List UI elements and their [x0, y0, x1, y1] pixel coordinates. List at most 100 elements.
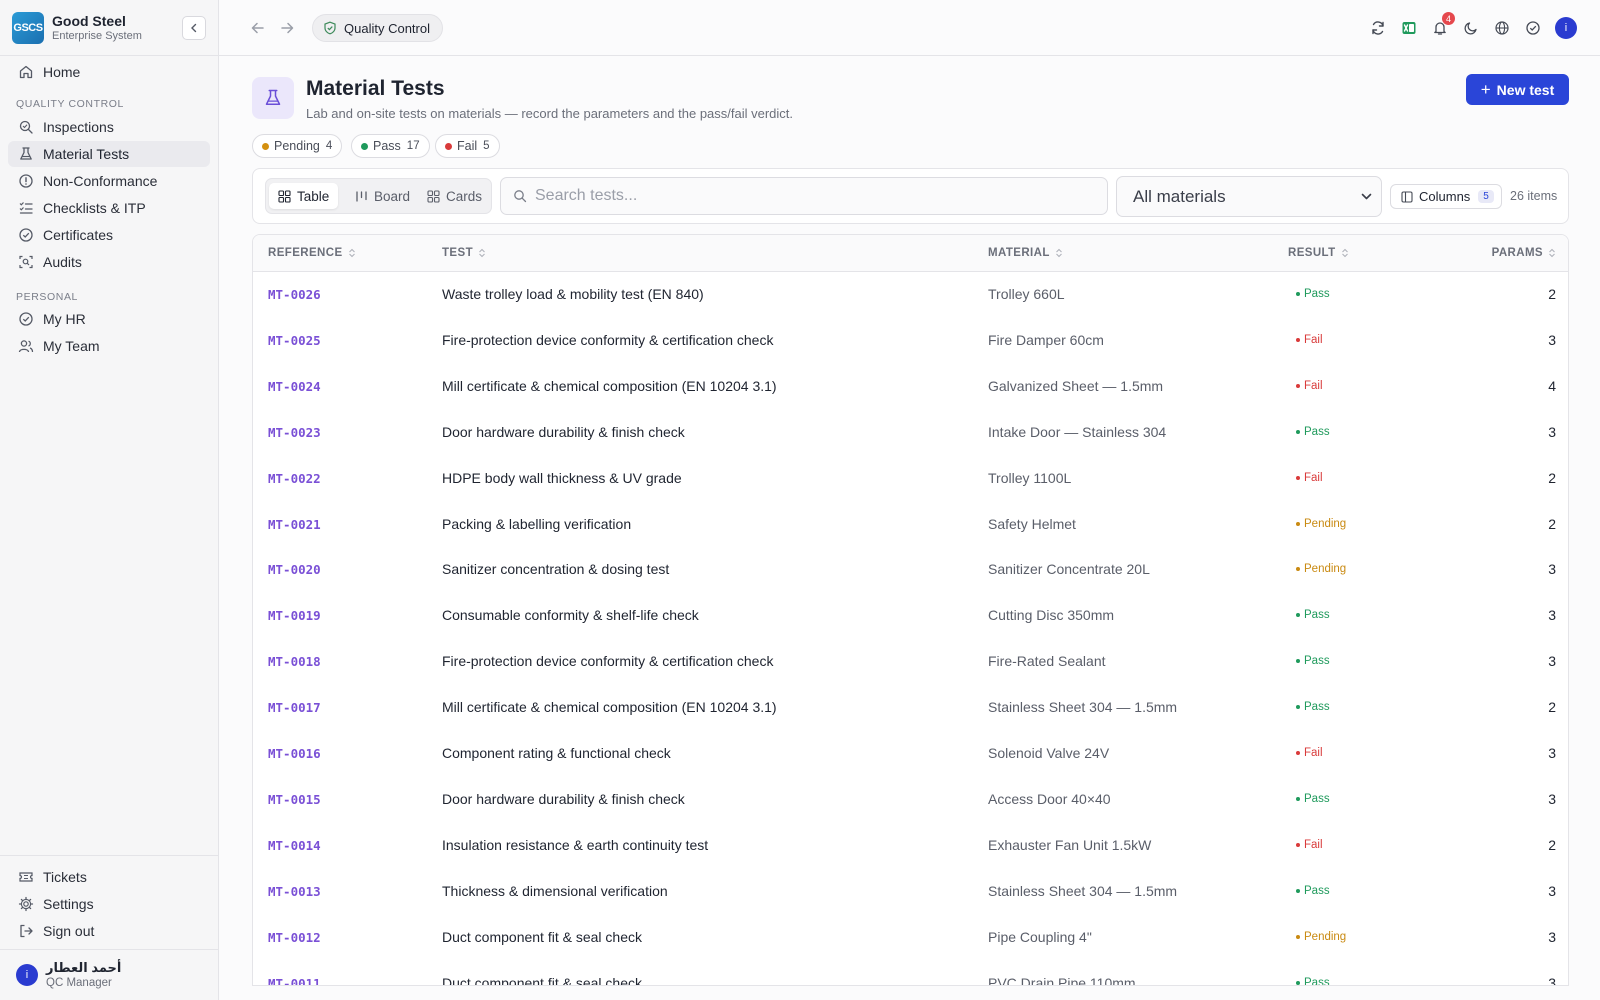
- column-header-material[interactable]: MATERIAL: [988, 247, 1063, 259]
- column-header-label: TEST: [442, 247, 473, 259]
- table-row[interactable]: MT-0023 Door hardware durability & finish…: [253, 410, 1568, 456]
- result-label: Fail: [1304, 333, 1323, 346]
- search-input[interactable]: [535, 187, 1095, 205]
- brand-logo[interactable]: GSCS: [12, 11, 44, 44]
- table-row[interactable]: MT-0021 Packing & labelling verification S…: [253, 502, 1568, 548]
- reference-link[interactable]: MT-0025: [268, 333, 321, 348]
- result-label: Fail: [1304, 838, 1323, 851]
- back-arrow-icon[interactable]: [249, 19, 267, 37]
- column-header-reference[interactable]: REFERENCE: [268, 247, 356, 259]
- excel-export-button[interactable]: [1398, 17, 1420, 39]
- table-row[interactable]: MT-0018 Fire-protection device conformity…: [253, 639, 1568, 685]
- status-dot: [1296, 383, 1300, 388]
- test-name: Fire-protection device conformity & cert…: [442, 331, 774, 348]
- reference-link[interactable]: MT-0011: [268, 976, 321, 986]
- table-row[interactable]: MT-0026 Waste trolley load & mobility tes…: [253, 272, 1568, 318]
- reference-link[interactable]: MT-0014: [268, 838, 321, 853]
- table-row[interactable]: MT-0012 Duct component fit & seal check Pi…: [253, 915, 1568, 961]
- reference-link[interactable]: MT-0026: [268, 287, 321, 302]
- user-profile[interactable]: i أحمد العطار QC Manager: [0, 949, 219, 1000]
- table-row[interactable]: MT-0025 Fire-protection device conformity…: [253, 318, 1568, 364]
- sidebar-item-certificates[interactable]: Certificates: [8, 222, 210, 248]
- new-test-button[interactable]: + New test: [1466, 74, 1569, 105]
- view-cards-button[interactable]: Cards: [418, 183, 491, 209]
- test-name: Duct component fit & seal check: [442, 974, 642, 986]
- avatar[interactable]: i: [1555, 17, 1577, 39]
- breadcrumb[interactable]: Quality Control: [312, 14, 443, 42]
- table-row[interactable]: MT-0022 HDPE body wall thickness & UV gra…: [253, 456, 1568, 502]
- sidebar-item-my-team[interactable]: My Team: [8, 333, 210, 359]
- flask-icon: [252, 77, 294, 119]
- result-badge: Fail: [1296, 472, 1323, 484]
- reference-link[interactable]: MT-0021: [268, 517, 321, 532]
- sidebar-item-audits[interactable]: Audits: [8, 249, 210, 275]
- sidebar-item-label: Inspections: [43, 119, 114, 135]
- result-badge: Pass: [1296, 655, 1330, 667]
- language-button[interactable]: [1491, 17, 1513, 39]
- refresh-button[interactable]: [1367, 17, 1389, 39]
- status-filter-pass[interactable]: Pass 17: [351, 134, 430, 158]
- sidebar-item-label: Home: [43, 64, 81, 80]
- view-table-button[interactable]: Table: [269, 183, 339, 209]
- column-header-result[interactable]: RESULT: [1288, 247, 1349, 259]
- table-row[interactable]: MT-0017 Mill certificate & chemical compo…: [253, 685, 1568, 731]
- test-name: Sanitizer concentration & dosing test: [442, 561, 670, 578]
- tasks-button[interactable]: [1522, 17, 1544, 39]
- reference-link[interactable]: MT-0024: [268, 379, 321, 394]
- view-board-button[interactable]: Board: [346, 183, 419, 209]
- notifications-button[interactable]: 4: [1429, 12, 1455, 39]
- reference-link[interactable]: MT-0013: [268, 884, 321, 899]
- table-row[interactable]: MT-0024 Mill certificate & chemical compo…: [253, 364, 1568, 410]
- result-badge: Pass: [1296, 977, 1330, 985]
- status-filter-fail[interactable]: Fail 5: [435, 134, 500, 158]
- sidebar-item-inspections[interactable]: Inspections: [8, 114, 210, 140]
- sort-icon: [348, 248, 355, 258]
- status-dot: [1296, 934, 1300, 939]
- user-role: QC Manager: [46, 976, 112, 989]
- table-row[interactable]: MT-0019 Consumable conformity & shelf-lif…: [253, 593, 1568, 639]
- table-row[interactable]: MT-0016 Component rating & functional che…: [253, 731, 1568, 777]
- material-name: Exhauster Fan Unit 1.5kW: [988, 836, 1152, 853]
- table-row[interactable]: MT-0014 Insulation resistance & earth con…: [253, 823, 1568, 869]
- result-badge: Pass: [1296, 288, 1330, 300]
- columns-button[interactable]: Columns 5: [1390, 184, 1502, 209]
- status-dot: [1296, 567, 1300, 572]
- sidebar-item-checklists[interactable]: Checklists & ITP: [8, 195, 210, 221]
- table-row[interactable]: MT-0013 Thickness & dimensional verificat…: [253, 869, 1568, 915]
- reference-link[interactable]: MT-0020: [268, 562, 321, 577]
- collapse-sidebar-button[interactable]: [182, 16, 206, 40]
- reference-link[interactable]: MT-0015: [268, 792, 321, 807]
- reference-link[interactable]: MT-0016: [268, 746, 321, 761]
- column-header-params[interactable]: PARAMS: [1492, 247, 1556, 259]
- reference-link[interactable]: MT-0017: [268, 700, 321, 715]
- column-header-test[interactable]: TEST: [442, 247, 486, 259]
- table-row[interactable]: MT-0015 Door hardware durability & finish…: [253, 777, 1568, 823]
- status-filter-pending[interactable]: Pending 4: [252, 134, 343, 158]
- material-name: Stainless Sheet 304 — 1.5mm: [988, 699, 1178, 716]
- sidebar-item-non-conformance[interactable]: Non-Conformance: [8, 168, 210, 194]
- reference-link[interactable]: MT-0012: [268, 930, 321, 945]
- sidebar-item-sign-out[interactable]: Sign out: [8, 918, 210, 944]
- table-row[interactable]: MT-0011 Duct component fit & seal check PV…: [253, 961, 1568, 986]
- user-name: أحمد العطار: [46, 959, 122, 975]
- forward-arrow-icon[interactable]: [278, 19, 296, 37]
- sort-icon: [1341, 248, 1348, 258]
- reference-link[interactable]: MT-0022: [268, 471, 321, 486]
- material-filter-select[interactable]: All materials: [1116, 176, 1382, 217]
- sidebar-item-home[interactable]: Home: [8, 59, 210, 85]
- params-count: 3: [1548, 882, 1556, 899]
- reference-link[interactable]: MT-0023: [268, 425, 321, 440]
- reference-link[interactable]: MT-0019: [268, 608, 321, 623]
- result-badge: Fail: [1296, 747, 1323, 759]
- sidebar-item-my-hr[interactable]: My HR: [8, 306, 210, 332]
- table-row[interactable]: MT-0020 Sanitizer concentration & dosing …: [253, 547, 1568, 593]
- sidebar-item-settings[interactable]: Settings: [8, 891, 210, 917]
- sidebar-item-label: Non-Conformance: [43, 173, 158, 189]
- theme-toggle-button[interactable]: [1460, 17, 1482, 39]
- material-name: Trolley 660L: [988, 286, 1065, 302]
- reference-link[interactable]: MT-0018: [268, 654, 321, 669]
- sidebar-item-tickets[interactable]: Tickets: [8, 864, 210, 890]
- sidebar-item-material-tests[interactable]: Material Tests: [8, 141, 210, 167]
- material-name: Fire-Rated Sealant: [988, 653, 1106, 670]
- flask-icon: [20, 147, 32, 160]
